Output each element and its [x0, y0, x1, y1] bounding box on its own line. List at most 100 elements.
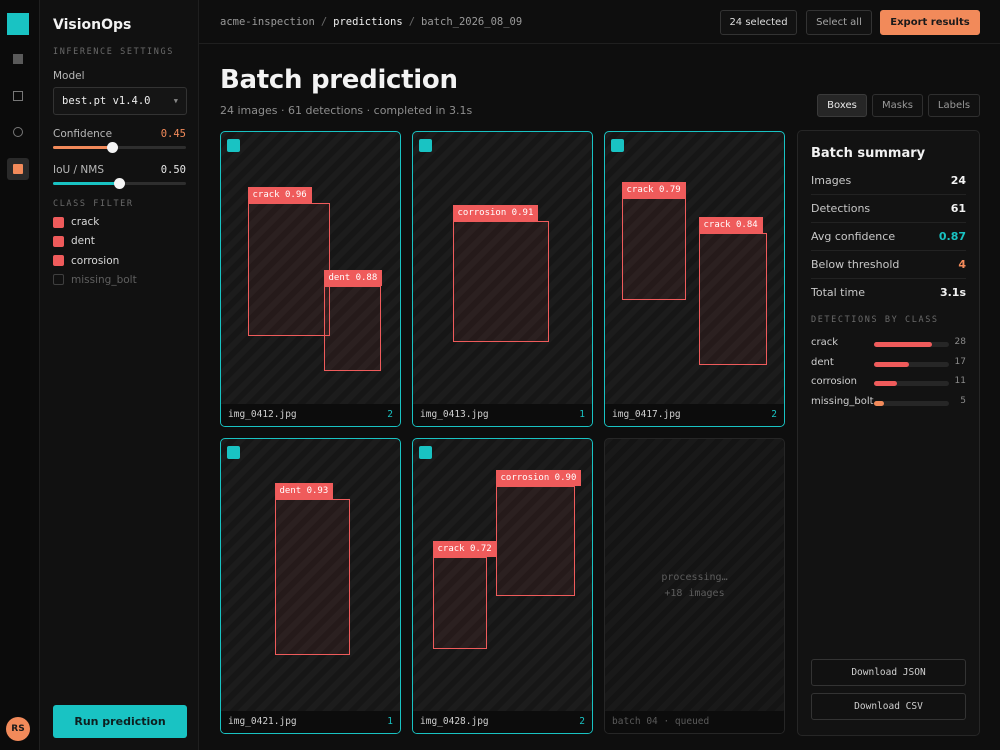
confidence-label: Confidence: [53, 128, 113, 140]
class-bar-corrosion: corrosion 11: [811, 376, 966, 390]
class-bar-count: 5: [960, 395, 966, 406]
summary-row-total-time: Total time 3.1s: [811, 286, 966, 299]
avatar[interactable]: RS: [6, 717, 30, 741]
class-bar-label: dent: [811, 356, 834, 368]
class-name: dent: [71, 235, 95, 248]
run-prediction-button[interactable]: Run prediction: [53, 705, 187, 738]
detection-box[interactable]: crack 0.84: [698, 217, 767, 365]
select-checkbox[interactable]: [227, 446, 240, 459]
summary-row-images: Images 24: [811, 167, 966, 195]
class-name: missing_bolt: [71, 273, 137, 286]
detection-count: 2: [579, 716, 585, 727]
confidence-slider-fill: [53, 146, 113, 149]
detection-count: 2: [771, 409, 777, 420]
view-labels-button[interactable]: Labels: [928, 94, 980, 117]
class-bar-fill: [874, 400, 885, 406]
class-bar-count: 17: [954, 356, 966, 367]
detection-count: 2: [387, 409, 393, 420]
class-filter-corrosion[interactable]: corrosion: [53, 255, 119, 267]
batch-summary-panel: Batch summary Images 24 Detections 61 Avg …: [797, 130, 980, 736]
logo-icon: [7, 13, 29, 35]
detection-box[interactable]: dent 0.88: [323, 270, 383, 371]
detection-count: 1: [387, 716, 393, 727]
page-title: Batch prediction: [220, 65, 458, 95]
select-checkbox[interactable]: [611, 139, 624, 152]
image-card[interactable]: crack 0.79 crack 0.84 img_0417.jpg 2: [604, 131, 785, 427]
class-bar-track: [874, 381, 949, 386]
breadcrumb-project[interactable]: acme-inspection: [220, 16, 315, 28]
iou-slider-handle[interactable]: [114, 178, 125, 189]
models-icon[interactable]: [7, 121, 29, 143]
detection-label: crack 0.72: [432, 541, 497, 557]
class-bar-track: [874, 342, 949, 347]
class-bar-count: 11: [954, 376, 966, 386]
class-bar-fill: [874, 381, 897, 386]
class-checkbox[interactable]: [53, 235, 64, 247]
view-boxes-button[interactable]: Boxes: [817, 94, 867, 117]
processing-text: processing…: [661, 572, 728, 583]
detection-box[interactable]: crack 0.72: [432, 541, 497, 649]
model-select[interactable]: best.pt v1.4.0 ▼: [53, 87, 187, 115]
class-bar-count: 28: [954, 337, 966, 347]
class-bar-crack: crack 28: [811, 337, 966, 351]
image-card[interactable]: dent 0.93 img_0421.jpg 1: [220, 438, 401, 734]
export-results-button[interactable]: Export results: [880, 10, 980, 35]
page-subtitle: 24 images · 61 detections · completed in…: [220, 104, 473, 117]
class-checkbox[interactable]: [53, 255, 64, 267]
detection-label: corrosion 0.91: [452, 205, 539, 221]
datasets-icon[interactable]: [7, 85, 29, 107]
iou-slider[interactable]: [53, 178, 186, 189]
class-filter-crack[interactable]: crack: [53, 216, 99, 228]
summary-row-detections: Detections 61: [811, 195, 966, 223]
selected-count-button[interactable]: 24 selected: [720, 10, 797, 35]
detection-label: crack 0.79: [621, 182, 686, 198]
iou-label: IoU / NMS: [53, 164, 104, 176]
detection-box[interactable]: dent 0.93: [274, 483, 350, 655]
class-bar-dent: dent 17: [811, 357, 966, 371]
select-checkbox[interactable]: [419, 139, 432, 152]
settings-sidebar: VisionOps INFERENCE SETTINGS Model best.…: [40, 0, 199, 750]
detection-label: corrosion 0.90: [495, 470, 582, 486]
select-checkbox[interactable]: [227, 139, 240, 152]
detection-label: crack 0.96: [247, 187, 312, 203]
select-all-button[interactable]: Select all: [806, 10, 872, 35]
detection-box[interactable]: crack 0.79: [621, 182, 686, 300]
queued-batch-label: batch 04 · queued: [612, 716, 710, 727]
dashboard-icon[interactable]: [7, 48, 29, 70]
image-card[interactable]: crack 0.96 dent 0.88 img_0412.jpg 2: [220, 131, 401, 427]
confidence-slider-handle[interactable]: [107, 142, 119, 153]
iou-value: 0.50: [160, 164, 186, 176]
confidence-value: 0.45: [160, 128, 186, 140]
remaining-images-text: +18 images: [664, 588, 725, 599]
download-json-button[interactable]: Download JSON: [811, 659, 966, 686]
confidence-slider[interactable]: [53, 142, 186, 153]
breadcrumb-predictions[interactable]: predictions: [333, 16, 403, 28]
class-name: corrosion: [71, 254, 120, 267]
download-csv-button[interactable]: Download CSV: [811, 693, 966, 720]
image-card[interactable]: corrosion 0.90 crack 0.72 img_0428.jpg 2: [412, 438, 593, 734]
class-filter-dent[interactable]: dent: [53, 235, 95, 247]
class-filter-label: CLASS FILTER: [53, 199, 134, 209]
class-bar-label: missing_bolt: [811, 395, 874, 407]
class-bar-track: [874, 400, 949, 406]
detection-box[interactable]: crack 0.96: [247, 187, 330, 336]
image-filename: img_0428.jpg: [420, 716, 489, 727]
image-filename: img_0421.jpg: [228, 716, 297, 727]
iou-slider-fill: [53, 182, 120, 185]
detection-box[interactable]: corrosion 0.90: [495, 470, 582, 596]
class-checkbox[interactable]: [53, 216, 64, 228]
class-bar-label: corrosion: [811, 376, 858, 387]
image-card[interactable]: corrosion 0.91 img_0413.jpg 1: [412, 131, 593, 427]
breadcrumb: acme-inspection / predictions / batch_2026_0…: [220, 16, 523, 28]
view-masks-button[interactable]: Masks: [872, 94, 923, 117]
breadcrumb-batch: batch_2026_08_09: [421, 16, 523, 28]
detection-label: crack 0.84: [698, 217, 763, 233]
top-bar: acme-inspection / predictions / batch_2026_0…: [199, 0, 1000, 44]
class-checkbox[interactable]: [53, 274, 64, 286]
detection-box[interactable]: corrosion 0.91: [452, 205, 549, 342]
detection-count: 1: [579, 409, 585, 420]
predictions-icon[interactable]: [7, 158, 29, 180]
model-select-value: best.pt v1.4.0: [62, 95, 151, 107]
select-checkbox[interactable]: [419, 446, 432, 459]
class-filter-missing-bolt[interactable]: missing_bolt: [53, 274, 137, 286]
